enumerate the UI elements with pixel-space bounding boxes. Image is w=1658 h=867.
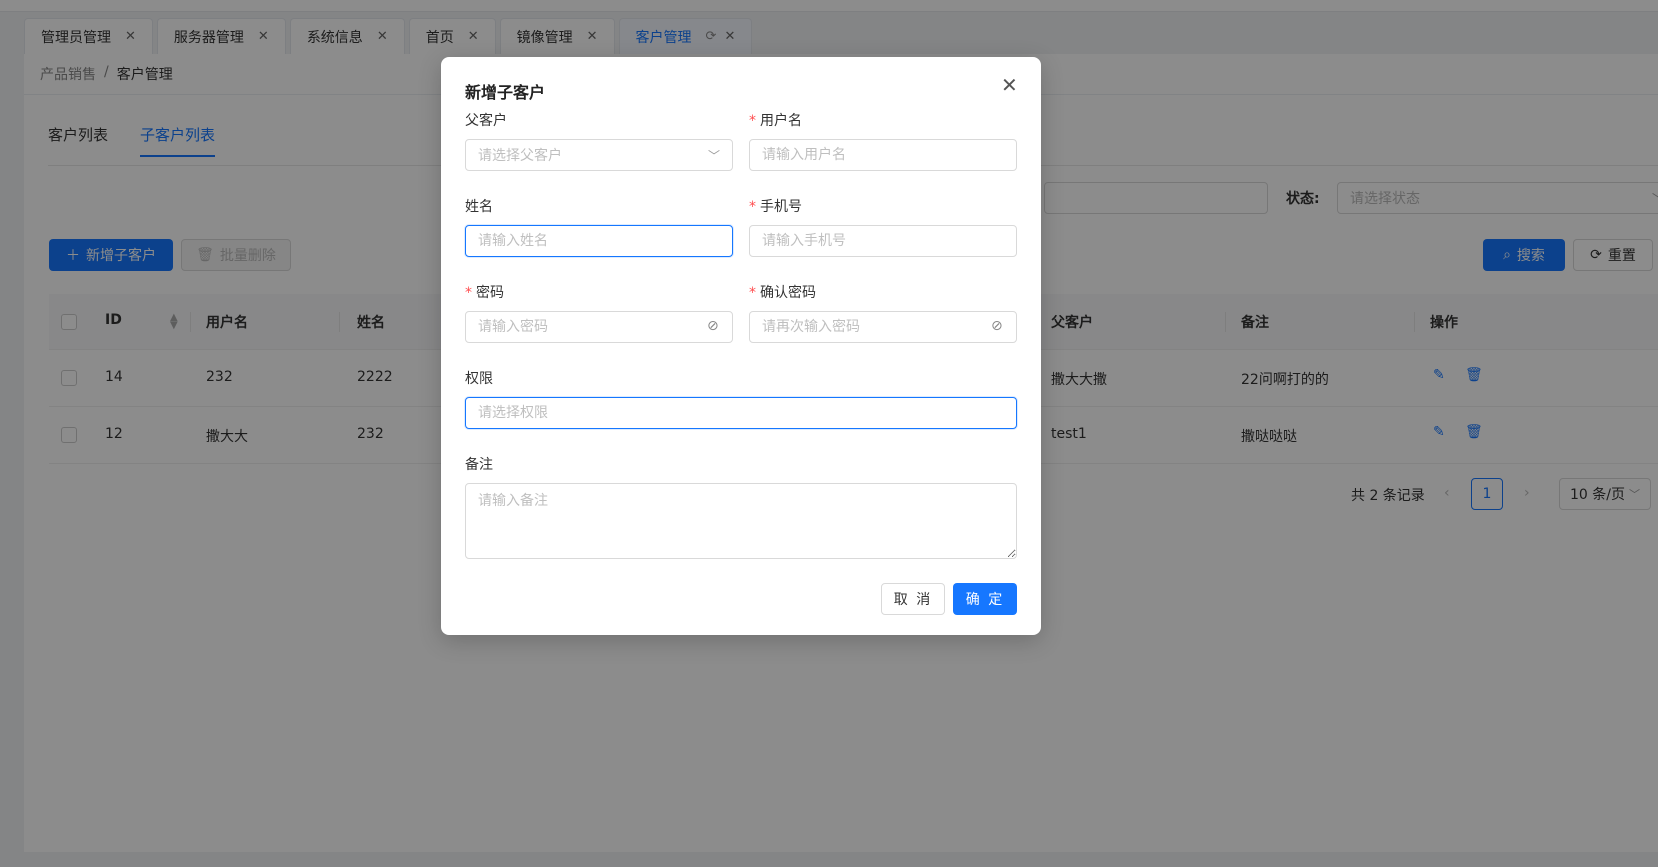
parent-customer-select[interactable]: 请选择父客户 ﹀ [465,139,733,171]
password-input[interactable] [465,311,733,343]
username-label-text: 用户名 [760,113,802,129]
confirm-password-label-text: 确认密码 [760,285,816,301]
dialog-title: 新增子客户 [465,83,546,102]
required-marker: * [749,199,756,215]
eye-invisible-icon[interactable]: ⊘ [991,318,1003,334]
name-label: 姓名 [465,199,493,215]
confirm-password-label: * 确认密码 [749,282,816,302]
add-sub-customer-dialog: 新增子客户 ✕ 父客户 *用户名 请选择父客户 ﹀ 姓名 *手机号 *密码 *确… [441,57,1041,635]
username-label: * 用户名 [749,110,802,130]
eye-invisible-icon[interactable]: ⊘ [707,318,719,334]
password-label-text: 密码 [476,285,504,301]
close-icon[interactable]: ✕ [1001,73,1018,97]
password-label: * 密码 [465,282,504,302]
permission-select[interactable] [465,397,1017,429]
parent-customer-placeholder: 请选择父客户 [478,148,562,164]
remark-textarea[interactable] [465,483,1017,559]
phone-input[interactable] [749,225,1017,257]
username-input[interactable] [749,139,1017,171]
confirm-password-input[interactable] [749,311,1017,343]
required-marker: * [749,285,756,301]
parent-customer-label: 父客户 [465,113,507,129]
required-marker: * [465,285,472,301]
remark-label: 备注 [465,457,493,473]
name-input[interactable] [465,225,733,257]
phone-label: * 手机号 [749,196,802,216]
permission-label: 权限 [465,371,493,387]
required-marker: * [749,113,756,129]
phone-label-text: 手机号 [760,199,802,215]
ok-button[interactable]: 确 定 [953,583,1017,615]
cancel-button[interactable]: 取 消 [881,583,945,615]
chevron-down-icon: ﹀ [707,148,720,163]
